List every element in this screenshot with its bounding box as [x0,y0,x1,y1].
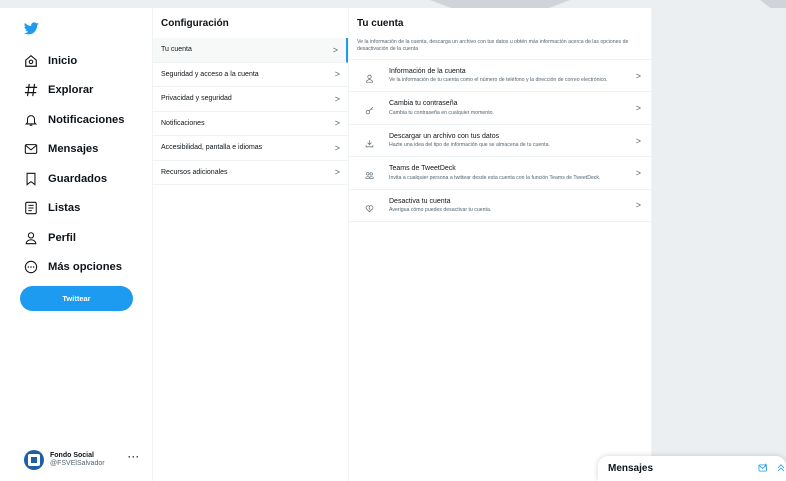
account-info-row[interactable]: Información de la cuenta Ve la informaci… [349,60,651,93]
key-icon [357,100,381,115]
hashtag-icon [24,83,38,97]
background-shape [760,0,786,8]
bell-icon [24,113,38,127]
tweetdeck-teams-row[interactable]: Teams de TweetDeck Invita a cualquier pe… [349,157,651,190]
chevron-right-icon: > [334,69,340,80]
nav-item-label: Listas [48,202,81,215]
row-description: Cambia tu contraseña en cualquier moment… [389,109,494,116]
settings-item-label: Seguridad y acceso a la cuenta [161,70,259,78]
row-description: Hazte una idea del tipo de información q… [389,142,550,149]
chevron-right-icon: > [635,167,641,178]
account-switcher[interactable]: Fondo Social @FSVElSalvador ··· [24,449,144,471]
row-title: Desactiva tu cuenta [389,197,451,205]
settings-item-accesibilidad[interactable]: Accesibilidad, pantalla e idiomas > [153,136,348,161]
detail-title: Tu cuenta [357,17,404,29]
settings-item-recursos[interactable]: Recursos adicionales > [153,161,348,185]
settings-item-label: Notificaciones [161,119,205,127]
chevron-right-icon: > [635,200,641,211]
nav-item-label: Mensajes [48,143,99,156]
envelope-icon [24,142,38,156]
nav-item-explorar[interactable]: Explorar [24,76,124,106]
primary-nav: Inicio Explorar Notificaciones Mensajes [0,8,152,481]
avatar [24,450,44,470]
row-description: Invita a cualquier persona a twittear de… [389,174,601,181]
row-title: Descargar un archivo con tus datos [389,132,500,140]
nav-item-label: Notificaciones [48,113,125,126]
broken-heart-icon [357,198,381,213]
settings-item-notificaciones[interactable]: Notificaciones > [153,112,348,136]
row-title: Información de la cuenta [389,68,466,76]
download-data-row[interactable]: Descargar un archivo con tus datos Hazte… [349,125,651,158]
settings-item-label: Recursos adicionales [161,168,228,176]
account-detail-column: Tu cuenta Ve la información de la cuenta… [349,8,652,481]
account-name: Fondo Social [50,452,94,460]
nav-item-listas[interactable]: Listas [24,194,124,224]
chevron-right-icon: > [332,44,338,55]
settings-column: Configuración Tu cuenta > Seguridad y ac… [152,8,349,481]
chevron-right-icon: > [334,142,340,153]
settings-item-privacidad[interactable]: Privacidad y seguridad > [153,87,348,112]
detail-intro: Ve la información de la cuenta, descarga… [349,38,651,61]
settings-item-label: Accesibilidad, pantalla e idiomas [161,144,263,152]
nav-item-mas-opciones[interactable]: Más opciones [24,253,124,283]
nav-list: Inicio Explorar Notificaciones Mensajes [24,46,124,282]
account-handle: @FSVElSalvador [50,460,105,467]
person-icon [357,68,381,83]
nav-item-label: Perfil [48,231,76,244]
chevron-right-icon: > [635,135,641,146]
nav-item-label: Explorar [48,84,94,97]
person-icon [24,231,38,245]
settings-item-label: Privacidad y seguridad [161,95,232,103]
list-icon [24,201,38,215]
tweet-button[interactable]: Twittear [20,286,133,311]
home-icon [24,54,38,68]
app-window: Inicio Explorar Notificaciones Mensajes [0,8,652,481]
new-message-icon[interactable] [758,463,768,473]
nav-item-mensajes[interactable]: Mensajes [24,135,124,165]
row-description: Averigua cómo puedes desactivar tu cuent… [389,207,492,214]
nav-item-label: Más opciones [48,261,122,274]
row-description: Ve la información de tu cuenta como el n… [389,77,608,84]
account-info: Fondo Social @FSVElSalvador [50,452,105,467]
nav-item-notificaciones[interactable]: Notificaciones [24,105,124,135]
chevron-right-icon: > [635,70,641,81]
row-title: Teams de TweetDeck [389,165,456,173]
chevron-right-icon: > [334,93,340,104]
settings-item-tu-cuenta[interactable]: Tu cuenta > [153,38,348,63]
row-title: Cambia tu contraseña [389,100,458,108]
chevron-right-icon: > [334,167,340,178]
messages-drawer[interactable]: Mensajes [598,456,786,481]
bookmark-icon [24,172,38,186]
chevron-up-icon[interactable] [776,463,786,473]
download-icon [357,133,381,148]
twitter-bird-icon[interactable] [24,22,39,35]
change-password-row[interactable]: Cambia tu contraseña Cambia tu contraseñ… [349,92,651,125]
more-dots-icon[interactable]: ··· [128,452,140,462]
messages-drawer-title: Mensajes [608,463,654,474]
settings-title: Configuración [161,17,229,29]
team-icon [357,165,381,180]
more-circle-icon [24,260,38,274]
nav-item-guardados[interactable]: Guardados [24,164,124,194]
nav-item-perfil[interactable]: Perfil [24,223,124,253]
settings-item-label: Tu cuenta [161,46,192,54]
nav-item-inicio[interactable]: Inicio [24,46,124,76]
background-shape [430,0,570,8]
chevron-right-icon: > [334,118,340,129]
deactivate-account-row[interactable]: Desactiva tu cuenta Averigua cómo puedes… [349,190,651,223]
settings-item-seguridad[interactable]: Seguridad y acceso a la cuenta > [153,63,348,87]
nav-item-label: Guardados [48,172,108,185]
nav-item-label: Inicio [48,54,78,67]
chevron-right-icon: > [635,103,641,114]
